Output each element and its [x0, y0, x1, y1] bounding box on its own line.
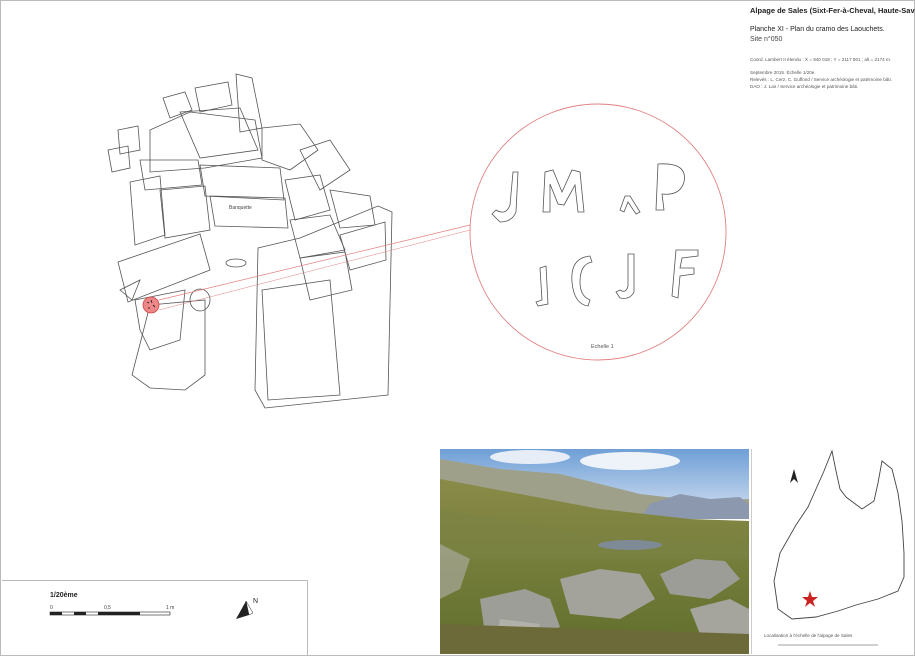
photo-image	[440, 449, 749, 654]
rock	[129, 175, 166, 246]
rock	[117, 125, 141, 155]
rock-outlines	[107, 73, 393, 409]
letter-j	[615, 253, 635, 299]
letter-p	[655, 163, 685, 211]
landscape-photo	[440, 449, 749, 654]
rock	[159, 185, 211, 239]
letter-c	[571, 255, 593, 307]
rock	[329, 189, 376, 229]
scale-box: 1/20ème 0 0,5 1 m N	[2, 580, 308, 655]
location-map-drawing	[773, 449, 905, 646]
rock	[299, 251, 353, 301]
inscription-highlight	[142, 296, 160, 314]
scale-bar	[49, 600, 254, 619]
letter-f	[671, 249, 699, 299]
echelle-label: Echelle 1	[591, 344, 614, 350]
zoom-connector	[158, 229, 471, 311]
rock	[107, 145, 131, 173]
site-marker-icon	[802, 591, 818, 607]
rock	[254, 205, 393, 409]
banquette-label: Banquette	[229, 205, 252, 211]
rock	[189, 288, 211, 312]
letter-caret	[619, 195, 641, 215]
rock	[284, 174, 331, 221]
letter-j	[491, 171, 519, 223]
rock	[131, 299, 206, 391]
map-caption: Localisation à l'échelle de l'alpage de …	[764, 633, 853, 638]
north-arrow-icon	[236, 600, 254, 619]
rock	[162, 91, 193, 119]
letter-m	[542, 169, 585, 213]
rock	[117, 233, 211, 303]
rock	[134, 289, 186, 351]
rock	[209, 195, 289, 229]
rock	[235, 73, 263, 133]
rock	[289, 214, 346, 259]
north-label: N	[253, 598, 259, 605]
location-map: Localisation à l'échelle de l'alpage de …	[751, 449, 914, 654]
zoom-connector	[158, 224, 471, 301]
north-arrow-icon	[790, 469, 798, 483]
rock	[199, 164, 285, 201]
rock	[194, 81, 233, 113]
rock	[139, 159, 203, 191]
letter-i	[535, 265, 549, 307]
rock	[299, 139, 351, 191]
zoom-circle	[469, 103, 727, 361]
inscription-letters	[491, 163, 699, 307]
rock	[225, 258, 247, 268]
rock	[261, 279, 341, 401]
